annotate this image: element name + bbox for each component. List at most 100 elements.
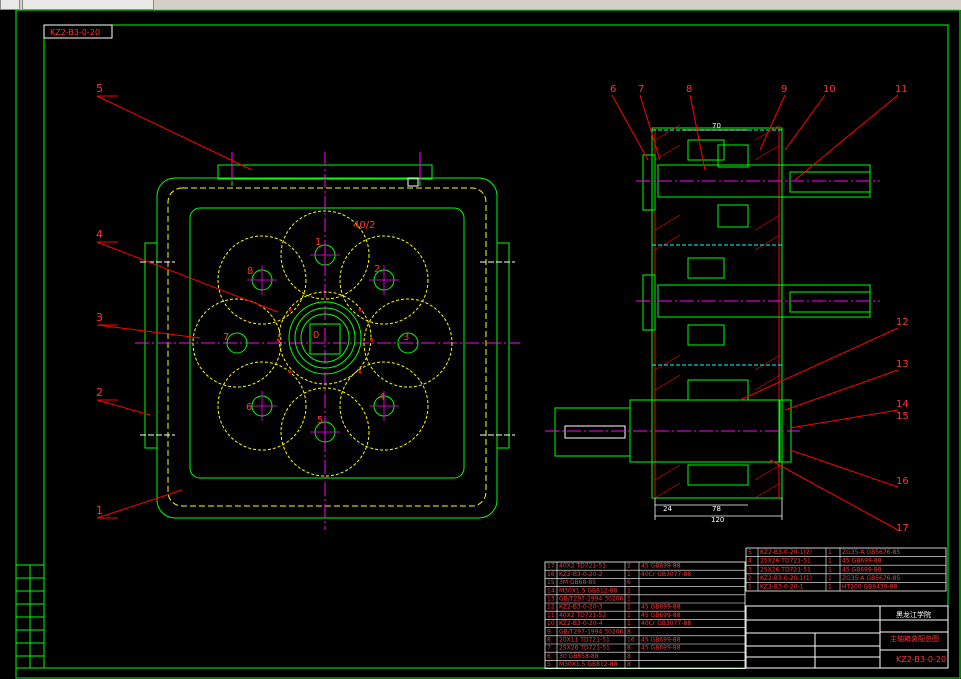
leader-14: 14: [896, 399, 909, 410]
parts-cell-code: KZ2-B3-0-20-1: [760, 584, 804, 591]
gear-label-4: 4: [379, 392, 385, 403]
leader-2: 2: [96, 386, 103, 399]
side-view: 70 24 78 120 6 7 8 9 10 11 12 13 14 15 1…: [545, 84, 909, 534]
outer-frame: [15, 9, 961, 679]
parts-cell-qty: 8: [627, 628, 631, 635]
parts-cell-code: M30X1.5 GB812-88: [559, 661, 618, 668]
parts-cell-qty: 2: [627, 563, 631, 570]
school-name: 黑龙江学院: [896, 610, 931, 619]
parts-cell-qty: 1: [627, 596, 631, 603]
parts-row: 15 3M GB68-85 6: [547, 579, 631, 586]
leader-11: 11: [895, 84, 908, 95]
parts-cell-no: 6: [547, 653, 551, 660]
parts-cell-code: KZ2-B3-0-20-2: [559, 571, 603, 578]
parts-cell-qty: 16: [627, 637, 635, 644]
gear-label-8: 8: [247, 266, 253, 277]
parts-row: 11 40X2 TD721-52 1 45 GB699-88: [547, 612, 681, 619]
parts-cell-no: 16: [547, 571, 555, 578]
parts-cell-material: ZG35-A GB5676-85: [842, 549, 900, 556]
parts-cell-no: 11: [547, 612, 555, 619]
parts-list-right: 5 KZ2-B3-0-20-1(2) 1 ZG35-A GB5676-85 4 25X26…: [745, 547, 947, 592]
left-margin-table: [15, 564, 45, 669]
parts-cell-qty: 1: [627, 620, 631, 627]
title-code: KZ2-B3-0-20: [896, 655, 946, 664]
parts-cell-qty: 8: [627, 653, 631, 660]
cad-drawing[interactable]: KZ2-B3-0-20 1 2 3 4 5 6 7 8 0 40/2 5 4 3…: [0, 0, 961, 679]
parts-cell-material: 45 GB699-88: [641, 612, 681, 619]
leader-9: 9: [781, 84, 787, 95]
parts-cell-material: 40Cr GB3077-88: [641, 620, 691, 627]
side-housing: [651, 127, 783, 499]
leader-6: 6: [610, 84, 616, 95]
parts-cell-no: 4: [748, 558, 752, 565]
parts-cell-material: 45 GB699-88: [641, 637, 681, 644]
parts-cell-no: 3: [748, 566, 752, 573]
parts-cell-code: KZ2-B3-0-20-3: [559, 604, 603, 611]
parts-row: 14 M30X1.5 GB812-88 1: [547, 587, 631, 594]
parts-cell-code: KZ2-B3-0-20-1(2): [760, 549, 812, 556]
parts-cell-no: 12: [547, 604, 555, 611]
parts-cell-code: 3M GB68-85: [559, 579, 596, 586]
parts-cell-material: 45 GB699-88: [641, 645, 681, 652]
gear-label-2: 2: [374, 264, 380, 275]
parts-row: 5 KZ2-B3-0-20-1(2) 1 ZG35-A GB5676-85: [748, 549, 900, 556]
parts-cell-no: 10: [547, 620, 555, 627]
parts-cell-qty: 1: [627, 587, 631, 594]
dim-78: 78: [712, 505, 721, 513]
gear-label-0: 0: [313, 330, 319, 341]
parts-cell-qty: 1: [828, 558, 832, 565]
parts-cell-code: 25X26 TD721-51: [559, 645, 610, 652]
leader-7: 7: [638, 84, 644, 95]
parts-cell-no: 9: [547, 628, 551, 635]
parts-row: 12 KZ2-B3-0-20-3 1 45 GB699-88: [547, 604, 681, 611]
parts-cell-qty: 1: [627, 571, 631, 578]
leader-15: 15: [896, 411, 909, 422]
leader-4: 4: [96, 228, 103, 241]
parts-list-left: 17 40X2 TD721-51 2 45 GB699-8816 KZ2-B3-0-20…: [544, 561, 746, 669]
gear-label-6: 6: [246, 402, 252, 413]
parts-cell-code: 40X2 TD721-52: [559, 612, 606, 619]
parts-cell-no: 8: [547, 637, 551, 644]
parts-cell-qty: 6: [627, 579, 631, 586]
parts-cell-code: 25X26 TD721-51: [760, 566, 811, 573]
parts-cell-no: 5: [748, 549, 752, 556]
parts-cell-qty: 1: [828, 575, 832, 582]
parts-row: 13 GB/T297-1994 30206 1: [547, 596, 631, 603]
parts-row: 1 KZ2-B3-0-20-1 1 HT200 GB9439-88: [748, 584, 898, 591]
parts-cell-no: 13: [547, 596, 555, 603]
dim-70: 70: [712, 122, 721, 130]
parts-cell-material: 45 GB699-88: [842, 558, 882, 565]
parts-cell-qty: 1: [627, 604, 631, 611]
dim-24: 24: [663, 505, 672, 513]
leader-10: 10: [823, 84, 836, 95]
front-view: 1 2 3 4 5 6 7 8 0 40/2 5 4 3 2 1: [96, 82, 520, 530]
parts-cell-no: 2: [748, 575, 752, 582]
parts-row: 16 KZ2-B3-0-20-2 1 40Cr GB3077-88: [547, 571, 691, 578]
leader-1: 1: [96, 504, 103, 517]
annotation-40-2: 40/2: [353, 220, 375, 231]
leader-8: 8: [686, 84, 692, 95]
parts-cell-no: 1: [748, 584, 752, 591]
leader-5: 5: [96, 82, 103, 95]
drawing-name: 主轴箱装配总图: [890, 634, 939, 643]
drawing-code-label: KZ2-B3-0-20: [50, 28, 100, 37]
parts-cell-qty: 8: [627, 661, 631, 668]
housing-inner-dashed: [167, 187, 487, 507]
inner-frame: [43, 24, 949, 669]
parts-row: 6 30 GB858-88 8: [547, 653, 631, 660]
parts-cell-code: 20X11 TD721-51: [559, 637, 610, 644]
parts-cell-no: 15: [547, 579, 555, 586]
parts-cell-material: ZG35-A GB5676-85: [842, 575, 900, 582]
parts-cell-qty: 1: [627, 612, 631, 619]
leader-12: 12: [896, 317, 909, 328]
parts-row: 8 20X11 TD721-51 16 45 GB699-88: [547, 637, 681, 644]
parts-cell-material: 45 GB699-88: [641, 604, 681, 611]
parts-row: 9 GB/T297-1994 30206 8: [547, 628, 631, 635]
parts-cell-no: 17: [547, 563, 555, 570]
parts-row: 2 KZ2-B3-0-20-1(1) 1 ZG35-A GB5676-85: [748, 575, 900, 582]
dim-120: 120: [711, 516, 724, 524]
parts-cell-code: 30 GB858-88: [559, 653, 599, 660]
parts-cell-material: 45 GB699-88: [641, 563, 681, 570]
gear-label-3: 3: [403, 332, 409, 343]
gear-label-7: 7: [223, 332, 229, 343]
